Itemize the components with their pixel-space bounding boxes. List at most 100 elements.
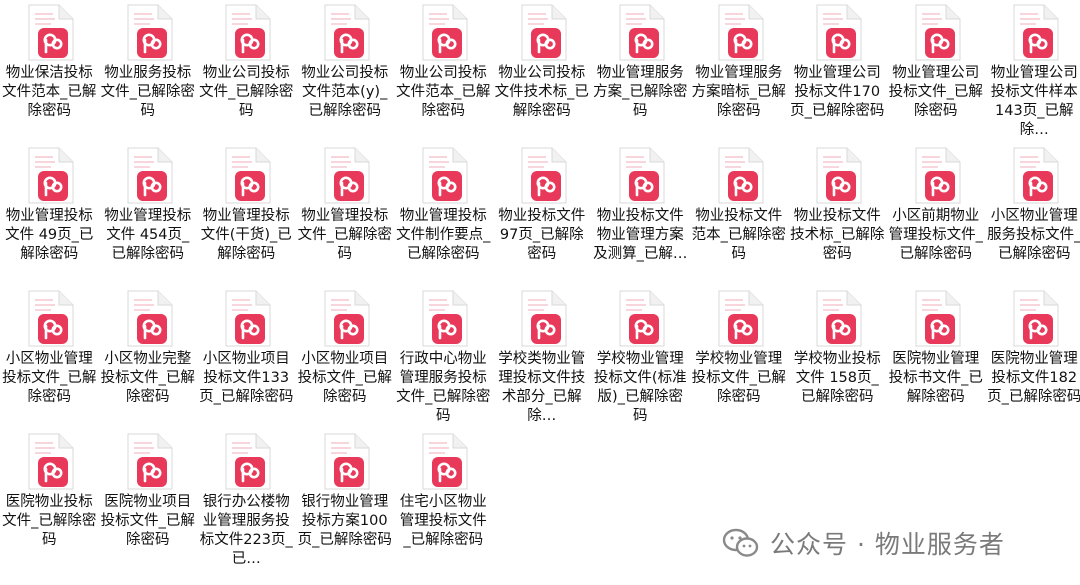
file-item[interactable]: 学校类物业管理投标文件技术部分_已解除… [493, 290, 592, 433]
file-name: 学校物业管理投标文件(标准版)_已解除密码 [593, 351, 687, 424]
pdf-file-icon [122, 290, 174, 348]
file-name: 物业保洁投标文件范本_已解除密码 [2, 65, 97, 119]
pdf-file-icon [122, 433, 174, 491]
pdf-file-icon [417, 4, 469, 62]
watermark-text: 公众号 · 物业服务者 [770, 530, 1005, 559]
file-item[interactable]: 医院物业管理投标文件182页_已解除密码 [985, 290, 1080, 433]
file-name: 小区前期物业管理投标文件_已解除密码 [888, 208, 983, 262]
file-item[interactable]: 物业管理服务方案_已解除密码 [591, 4, 690, 147]
file-item[interactable]: 物业投标文件技术标_已解除密码 [788, 147, 887, 290]
file-item[interactable]: 物业服务投标文件_已解除密码 [99, 4, 198, 147]
file-item[interactable]: 物业投标文件 物业管理方案及测算_已解… [591, 147, 690, 290]
file-name: 物业服务投标文件_已解除密码 [100, 65, 195, 119]
file-item[interactable]: 物业管理投标文件_已解除密码 [296, 147, 395, 290]
file-item[interactable]: 物业公司投标文件范本_已解除密码 [394, 4, 493, 147]
file-name: 物业管理公司投标文件170页_已解除密码 [790, 65, 885, 119]
file-name: 物业投标文件 物业管理方案及测算_已解… [593, 208, 688, 262]
file-item[interactable]: 银行办公楼物业管理服务投标文件223页_已… [197, 433, 296, 576]
pdf-file-icon [220, 4, 272, 62]
file-item[interactable]: 物业管理投标文件制作要点_已解除密码 [394, 147, 493, 290]
file-name: 物业管理公司投标文件样本 143页_已解除… [990, 65, 1078, 138]
pdf-file-icon [122, 4, 174, 62]
pdf-file-icon [811, 290, 863, 348]
file-item[interactable]: 行政中心物业管理服务投标文件_已解除密码 [394, 290, 493, 433]
file-item[interactable]: 物业公司投标文件技术标_已解除密码 [493, 4, 592, 147]
pdf-file-icon [614, 4, 666, 62]
file-name: 小区物业项目投标文件_已解除密码 [297, 351, 392, 405]
pdf-file-icon [713, 4, 765, 62]
pdf-file-icon [1008, 290, 1060, 348]
file-item[interactable]: 小区物业管理投标文件_已解除密码 [0, 290, 99, 433]
file-item[interactable]: 物业管理公司投标文件样本 143页_已解除… [985, 4, 1080, 147]
pdf-file-icon [516, 147, 568, 205]
file-name: 物业管理服务方案暗标_已解除密码 [691, 65, 786, 119]
file-item[interactable]: 小区前期物业管理投标文件_已解除密码 [887, 147, 986, 290]
file-name: 医院物业项目投标文件_已解除密码 [100, 494, 195, 548]
file-item[interactable]: 物业管理公司投标文件_已解除密码 [887, 4, 986, 147]
file-name: 学校物业投标文件 158页_已解除密码 [793, 351, 881, 405]
file-item[interactable]: 小区物业管理服务投标文件_已解除密码 [985, 147, 1080, 290]
pdf-file-icon [713, 290, 765, 348]
file-item[interactable]: 学校物业管理投标文件(标准版)_已解除密码 [591, 290, 690, 433]
file-name: 物业管理投标文件制作要点_已解除密码 [396, 208, 491, 262]
pdf-file-icon [811, 147, 863, 205]
file-name: 物业公司投标文件技术标_已解除密码 [494, 65, 589, 119]
file-name: 小区物业项目投标文件133页_已解除密码 [199, 351, 294, 405]
file-item[interactable]: 物业管理投标文件(干货)_已解除密码 [197, 147, 296, 290]
file-item[interactable]: 住宅小区物业管理投标文件 _已解除密码 [394, 433, 493, 576]
file-item[interactable]: 医院物业投标文件_已解除密码 [0, 433, 99, 576]
file-item[interactable]: 学校物业管理投标文件_已解除密码 [690, 290, 789, 433]
file-name: 医院物业管理投标书文件_已解除密码 [888, 351, 983, 405]
pdf-file-icon [516, 4, 568, 62]
pdf-file-icon [23, 433, 75, 491]
wechat-icon [722, 528, 759, 557]
pdf-file-icon [417, 290, 469, 348]
file-name: 物业管理投标文件 49页_已解除密码 [5, 208, 94, 262]
pdf-file-icon [614, 147, 666, 205]
pdf-file-icon [23, 4, 75, 62]
watermark: 公众号 · 物业服务者 [722, 523, 1005, 563]
file-name: 物业投标文件 97页_已解除密码 [498, 208, 586, 262]
file-name: 学校类物业管理投标文件技术部分_已解除… [498, 351, 586, 424]
pdf-file-icon [319, 147, 371, 205]
file-name: 银行物业管理投标方案100页_已解除密码 [297, 494, 392, 548]
file-item[interactable]: 小区物业完整投标文件_已解除密码 [99, 290, 198, 433]
pdf-file-icon [220, 290, 272, 348]
file-name: 医院物业投标文件_已解除密码 [2, 494, 97, 548]
file-name: 物业投标文件范本_已解除密码 [691, 208, 786, 262]
pdf-file-icon [910, 290, 962, 348]
file-name: 物业公司投标文件范本(y)_已解除密码 [301, 65, 389, 119]
pdf-file-icon [614, 290, 666, 348]
pdf-file-icon [319, 4, 371, 62]
pdf-file-icon [23, 147, 75, 205]
file-item[interactable]: 小区物业项目投标文件_已解除密码 [296, 290, 395, 433]
file-name: 行政中心物业管理服务投标文件_已解除密码 [396, 351, 491, 424]
file-item[interactable]: 小区物业项目投标文件133页_已解除密码 [197, 290, 296, 433]
pdf-file-icon [713, 147, 765, 205]
file-name: 学校物业管理投标文件_已解除密码 [691, 351, 786, 405]
file-item[interactable]: 物业公司投标文件范本(y)_已解除密码 [296, 4, 395, 147]
file-item[interactable]: 银行物业管理投标方案100页_已解除密码 [296, 433, 395, 576]
file-grid: 物业保洁投标文件范本_已解除密码 物业服务投标文件_已解除密码 物业公司投标文件_已… [0, 4, 1080, 576]
file-item[interactable]: 医院物业项目投标文件_已解除密码 [99, 433, 198, 576]
file-item[interactable]: 物业管理公司投标文件170页_已解除密码 [788, 4, 887, 147]
file-name: 物业公司投标文件范本_已解除密码 [396, 65, 491, 119]
pdf-file-icon [811, 4, 863, 62]
file-name: 小区物业管理投标文件_已解除密码 [2, 351, 97, 405]
file-name: 物业管理投标文件_已解除密码 [297, 208, 392, 262]
file-name: 物业管理投标文件 454页_已解除密码 [104, 208, 192, 262]
file-item[interactable]: 物业管理服务方案暗标_已解除密码 [690, 4, 789, 147]
file-name: 物业管理公司投标文件_已解除密码 [888, 65, 983, 119]
file-name: 物业公司投标文件_已解除密码 [199, 65, 294, 119]
file-item[interactable]: 学校物业投标文件 158页_已解除密码 [788, 290, 887, 433]
pdf-file-icon [220, 433, 272, 491]
file-item[interactable]: 物业投标文件范本_已解除密码 [690, 147, 789, 290]
pdf-file-icon [23, 290, 75, 348]
file-item[interactable]: 物业管理投标文件 49页_已解除密码 [0, 147, 99, 290]
file-item[interactable]: 物业投标文件 97页_已解除密码 [493, 147, 592, 290]
file-item[interactable]: 物业保洁投标文件范本_已解除密码 [0, 4, 99, 147]
file-item[interactable]: 物业管理投标文件 454页_已解除密码 [99, 147, 198, 290]
pdf-file-icon [910, 4, 962, 62]
file-item[interactable]: 物业公司投标文件_已解除密码 [197, 4, 296, 147]
file-item[interactable]: 医院物业管理投标书文件_已解除密码 [887, 290, 986, 433]
